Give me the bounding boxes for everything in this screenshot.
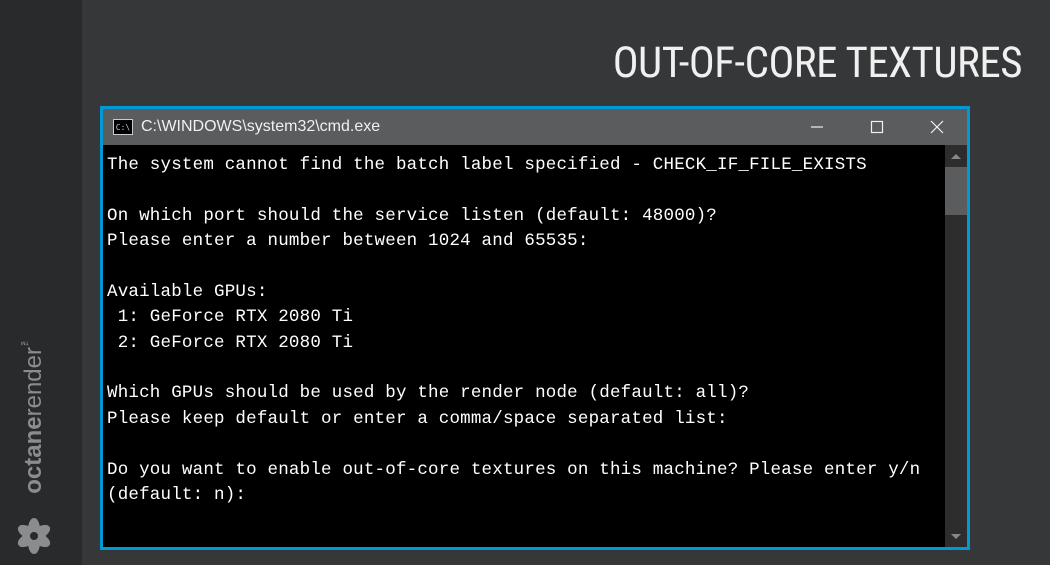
chevron-down-icon <box>951 534 961 539</box>
minimize-icon <box>810 120 824 134</box>
minimize-button[interactable] <box>787 109 847 145</box>
maximize-icon <box>870 120 884 134</box>
cmd-window: C:\ C:\WINDOWS\system32\cmd.exe The syst… <box>100 106 970 550</box>
scrollbar[interactable] <box>945 145 967 547</box>
cmd-output[interactable]: The system cannot find the batch label s… <box>103 145 967 516</box>
chevron-up-icon <box>951 154 961 159</box>
page-title: OUT-OF-CORE TEXTURES <box>613 38 1022 88</box>
octane-icon <box>10 512 58 560</box>
cmd-titlebar[interactable]: C:\ C:\WINDOWS\system32\cmd.exe <box>103 109 967 145</box>
maximize-button[interactable] <box>847 109 907 145</box>
close-button[interactable] <box>907 109 967 145</box>
brand-logo: octanerender™ <box>10 337 58 560</box>
window-controls <box>787 109 967 145</box>
brand-text: octanerender™ <box>20 337 48 494</box>
cmd-icon: C:\ <box>113 119 133 135</box>
scrollbar-thumb[interactable] <box>945 167 967 215</box>
cmd-body: The system cannot find the batch label s… <box>103 145 967 547</box>
close-icon <box>930 120 944 134</box>
scroll-up-button[interactable] <box>945 145 967 167</box>
scroll-down-button[interactable] <box>945 525 967 547</box>
cmd-title: C:\WINDOWS\system32\cmd.exe <box>141 118 380 136</box>
